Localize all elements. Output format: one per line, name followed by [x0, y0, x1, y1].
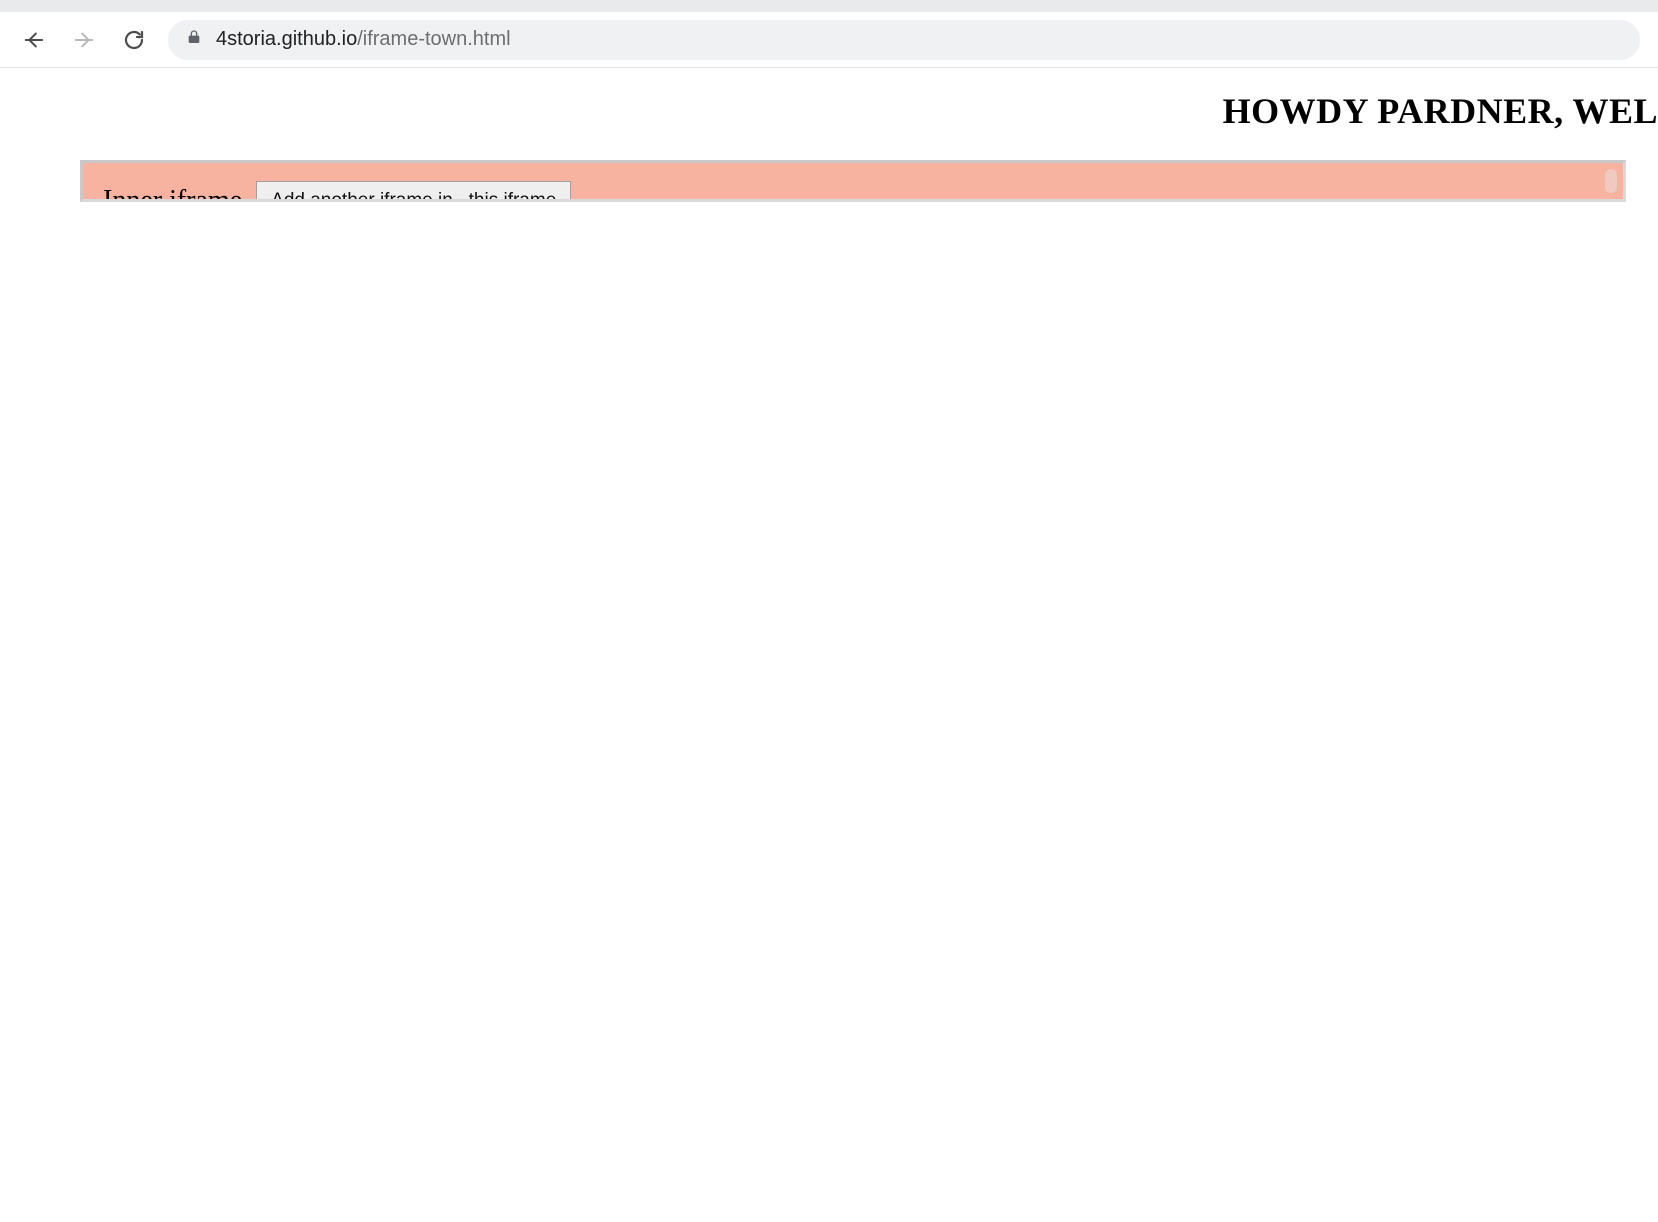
add-iframe-button[interactable]: Add another iframe in...this iframe	[256, 181, 571, 202]
inner-iframe-title: Inner iframe	[103, 185, 242, 202]
browser-toolbar: 4storia.github.io/iframe-town.html	[0, 12, 1658, 68]
address-bar[interactable]: 4storia.github.io/iframe-town.html	[168, 20, 1640, 60]
url-host: 4storia.github.io	[216, 28, 357, 50]
url-path: /iframe-town.html	[357, 28, 510, 50]
page-title: HOWDY PARDNER, WEL	[1223, 90, 1658, 132]
outer-iframe: Inner iframe Add another iframe in...thi…	[80, 160, 1626, 202]
reload-icon	[122, 28, 146, 52]
page-content: HOWDY PARDNER, WEL Inner iframe Add anot…	[0, 68, 1658, 90]
forward-button[interactable]	[68, 24, 100, 56]
arrow-right-icon	[73, 29, 95, 51]
back-button[interactable]	[18, 24, 50, 56]
lock-icon	[186, 28, 202, 51]
inner-iframe-header: Inner iframe Add another iframe in...thi…	[103, 181, 1603, 202]
browser-tab-strip	[0, 0, 1658, 12]
url-display: 4storia.github.io/iframe-town.html	[216, 28, 511, 51]
arrow-left-icon	[23, 29, 45, 51]
reload-button[interactable]	[118, 24, 150, 56]
